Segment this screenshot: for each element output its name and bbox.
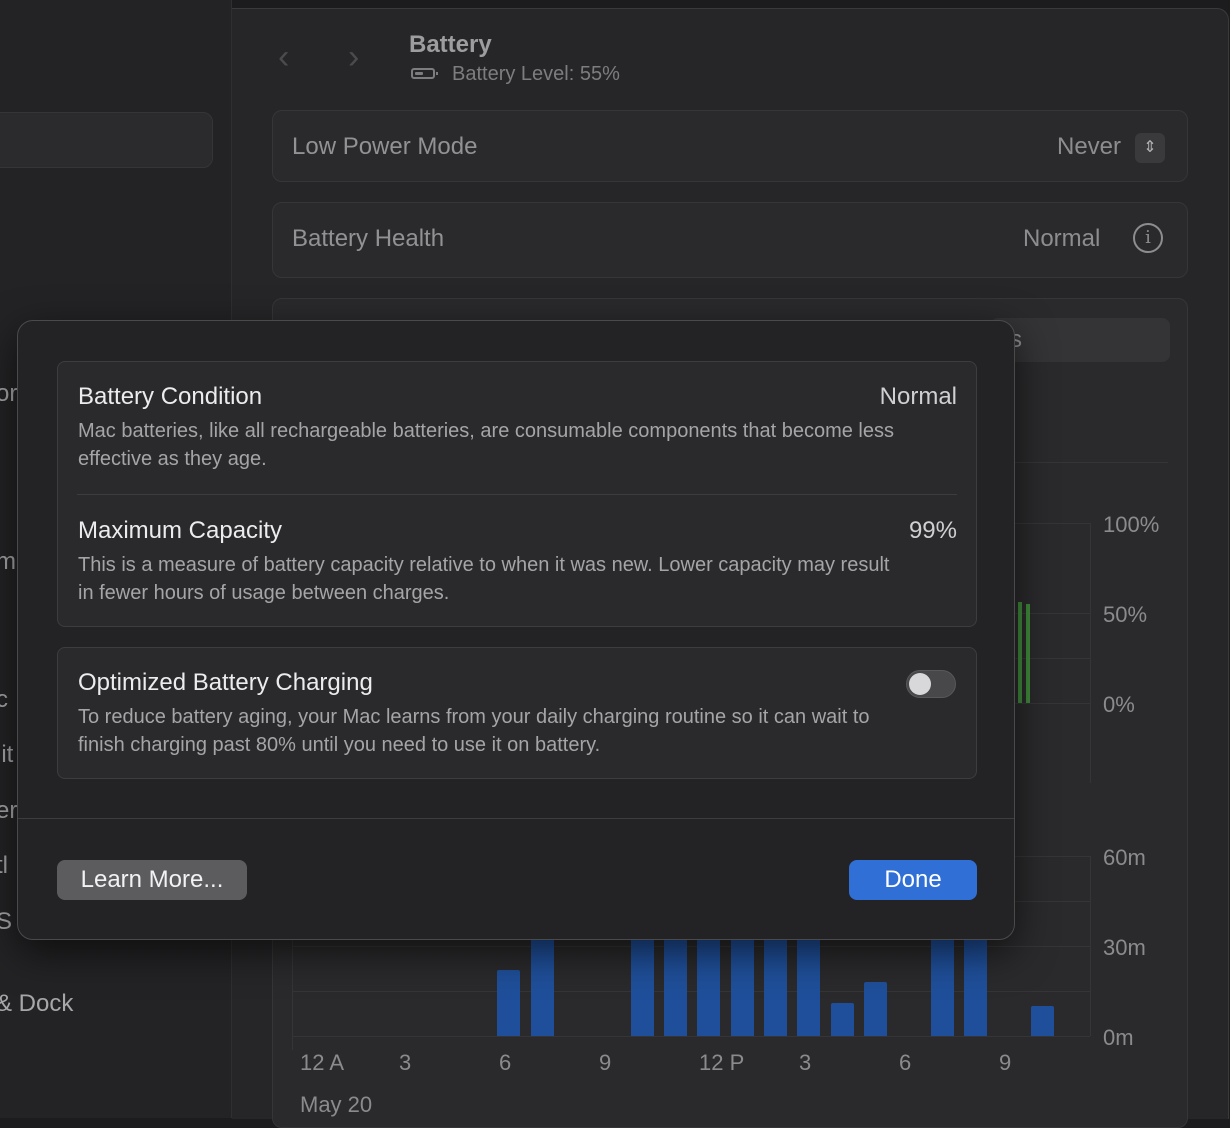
battery-health-label: Battery Health: [292, 225, 445, 252]
optimized-charging-title: Optimized Battery Charging: [78, 669, 373, 696]
date-label: May 20: [300, 1092, 373, 1117]
time-axis-tick: 9: [599, 1050, 612, 1075]
done-button[interactable]: Done: [849, 860, 977, 900]
chevron-up-down-icon[interactable]: ⇕: [1135, 133, 1165, 163]
battery-icon: [411, 68, 438, 79]
toggle-knob: [909, 673, 931, 695]
axis-line: [1090, 523, 1091, 783]
usage-bar: [1031, 1006, 1054, 1036]
time-axis-tick: 3: [799, 1050, 812, 1075]
low-power-mode-label: Low Power Mode: [292, 133, 478, 160]
sidebar-item-desktop-dock[interactable]: & Dock: [0, 990, 73, 1018]
sidebar-item[interactable]: tl: [0, 852, 8, 880]
sidebar-item[interactable]: lit: [0, 741, 13, 769]
usage-bar: [831, 1003, 854, 1036]
battery-condition-description: Mac batteries, like all rechargeable bat…: [78, 420, 894, 470]
optimized-charging-toggle[interactable]: [906, 670, 956, 698]
time-axis-tick: 12 P: [699, 1050, 745, 1075]
learn-more-button[interactable]: Learn More...: [57, 860, 247, 900]
baseline: [292, 1036, 1090, 1037]
time-axis-tick: 6: [499, 1050, 512, 1075]
low-power-mode-value[interactable]: Never: [1057, 133, 1121, 161]
sidebar-item[interactable]: S: [0, 908, 12, 936]
maximum-capacity-value: 99%: [908, 517, 957, 544]
optimized-charging-group: Optimized Battery Charging To reduce bat…: [57, 647, 977, 779]
sidebar-item[interactable]: c: [0, 686, 8, 714]
forward-icon[interactable]: ›: [348, 40, 359, 74]
usage-bar: [497, 970, 520, 1036]
battery-info-group: Battery Condition Normal Mac batteries, …: [57, 361, 977, 627]
sidebar-item[interactable]: or: [0, 380, 17, 408]
optimized-charging-description: To reduce battery aging, your Mac learns…: [78, 706, 870, 756]
level-axis-tick: 0%: [1103, 692, 1135, 717]
level-bar: [1018, 602, 1022, 703]
axis-line: [1090, 856, 1091, 1036]
info-icon[interactable]: i: [1133, 223, 1163, 253]
time-axis-tick: 3: [399, 1050, 412, 1075]
sidebar-item[interactable]: er: [0, 797, 17, 825]
usage-axis-tick: 0m: [1103, 1025, 1134, 1050]
usage-axis-tick: 60m: [1103, 845, 1146, 870]
sidebar-item[interactable]: m: [0, 548, 16, 576]
battery-health-value: Normal: [1023, 225, 1101, 252]
usage-axis-tick: 30m: [1103, 935, 1146, 960]
usage-bar: [864, 982, 887, 1036]
maximum-capacity-title: Maximum Capacity: [78, 517, 283, 544]
divider: [77, 494, 957, 495]
maximum-capacity-description: This is a measure of battery capacity re…: [78, 554, 890, 604]
level-bar: [1026, 604, 1030, 703]
battery-level-text: Battery Level: 55%: [452, 63, 620, 85]
time-axis-tick: 12 A: [300, 1050, 345, 1075]
page-title: Battery: [409, 31, 492, 58]
time-axis-tick: 9: [999, 1050, 1012, 1075]
battery-condition-value: Normal: [879, 383, 957, 410]
sidebar-search-field[interactable]: [0, 112, 213, 168]
back-icon[interactable]: ‹: [278, 40, 289, 74]
battery-health-dialog: Battery Condition Normal Mac batteries, …: [17, 320, 1015, 940]
level-axis-tick: 100%: [1103, 512, 1160, 537]
axis-line: [292, 940, 293, 1050]
battery-condition-title: Battery Condition: [78, 383, 263, 410]
time-axis-tick: 6: [899, 1050, 912, 1075]
footer-divider: [18, 818, 1014, 819]
level-axis-tick: 50%: [1103, 602, 1148, 627]
